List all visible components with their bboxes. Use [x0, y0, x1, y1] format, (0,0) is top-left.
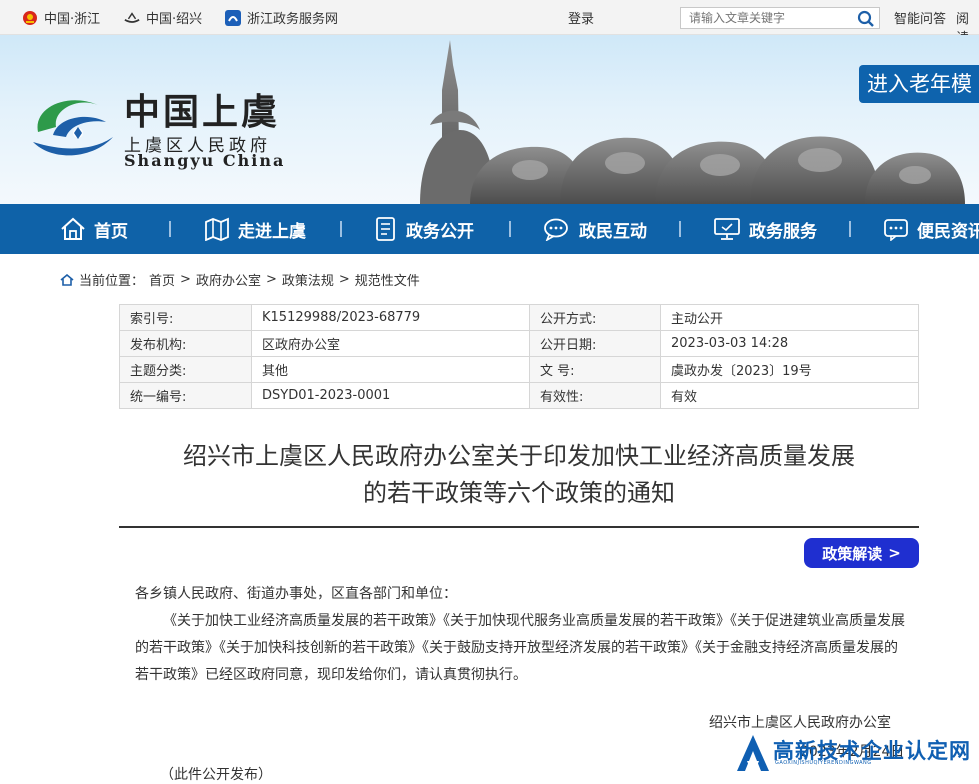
table-row: 主题分类: 其他 文 号: 虞政办发〔2023〕19号 — [119, 356, 919, 383]
link-china-shaoxing-label: 中国·绍兴 — [146, 12, 203, 27]
message-icon — [884, 219, 908, 241]
policy-interpretation-label: 政策解读 — [822, 544, 883, 563]
breadcrumb-home[interactable]: 首页 — [149, 270, 175, 289]
breadcrumb-policy[interactable]: 政策法规 — [282, 270, 334, 289]
nav-separator — [679, 221, 681, 237]
header-banner: 中国上虞 上虞区人民政府 Shangyu China 进入老年模 — [0, 35, 979, 204]
table-row: 统一编号: DSYD01-2023-0001 有效性: 有效 — [119, 382, 919, 409]
meta-key-doc-number: 文 号: — [529, 356, 661, 383]
meta-key-validity: 有效性: — [529, 382, 661, 409]
policy-interpretation-button[interactable]: 政策解读 > — [804, 538, 919, 568]
breadcrumb-separator: > — [265, 272, 277, 287]
nav-separator — [169, 221, 171, 237]
chat-icon — [544, 218, 568, 241]
zj-gov-logo-icon — [225, 9, 241, 26]
article-title-line-1: 绍兴市上虞区人民政府办公室关于印发加快工业经济高质量发展 — [183, 442, 855, 470]
national-emblem-icon — [22, 10, 38, 26]
link-zj-gov-service-label: 浙江政务服务网 — [247, 12, 339, 27]
elder-mode-button[interactable]: 进入老年模 — [859, 65, 979, 103]
nav-separator — [509, 221, 511, 237]
login-link[interactable]: 登录 — [568, 8, 594, 27]
logo-english: Shangyu China — [124, 151, 286, 170]
meta-key-open-method: 公开方式: — [529, 304, 661, 331]
meta-key-index: 索引号: — [119, 304, 252, 331]
nav-separator — [340, 221, 342, 237]
nav-item-home-label: 首页 — [94, 221, 128, 242]
link-china-shaoxing[interactable]: 中国·绍兴 — [124, 8, 202, 27]
watermark: 高新技术企业认定网 GAOXINJISHUQIYERENDINGWANG — [735, 733, 979, 773]
breadcrumb-separator: > — [338, 272, 350, 287]
logo-title: 中国上虞 — [124, 91, 281, 133]
link-smart-qa[interactable]: 智能问答 — [894, 8, 946, 27]
monitor-icon — [714, 218, 740, 240]
article-title-line-2: 的若干政策等六个政策的通知 — [363, 479, 675, 507]
document-meta-table: 索引号: K15129988/2023-68779 公开方式: 主动公开 发布机… — [119, 304, 919, 409]
meta-key-topic: 主题分类: — [119, 356, 252, 383]
nav-item-home[interactable]: 首页 — [60, 204, 128, 254]
link-china-zhejiang[interactable]: 中国·浙江 — [22, 8, 100, 27]
map-icon — [205, 217, 229, 241]
document-icon — [376, 217, 395, 241]
table-row: 索引号: K15129988/2023-68779 公开方式: 主动公开 — [119, 304, 919, 331]
home-icon — [61, 217, 85, 240]
breadcrumb-gov-office[interactable]: 政府办公室 — [196, 270, 261, 289]
meta-key-open-date: 公开日期: — [529, 330, 661, 357]
nav-item-interaction-label: 政民互动 — [579, 221, 647, 242]
nav-item-gov-open[interactable]: 政务公开 — [374, 204, 474, 254]
link-zj-gov-service[interactable]: 浙江政务服务网 — [225, 8, 338, 27]
search-input[interactable] — [681, 8, 859, 28]
home-icon — [60, 273, 74, 286]
chevron-right-icon: > — [888, 544, 901, 562]
nav-item-about[interactable]: 走进上虞 — [204, 204, 306, 254]
meta-value-validity: 有效 — [660, 382, 919, 409]
nav-item-gov-service-label: 政务服务 — [749, 221, 817, 242]
meta-key-publisher: 发布机构: — [119, 330, 252, 357]
article-body: 各乡镇人民政府、街道办事处，区直各部门和单位： 《关于加快工业经济高质量发展的若… — [135, 581, 905, 689]
watermark-subtext: GAOXINJISHUQIYERENDINGWANG — [775, 760, 872, 766]
meta-value-doc-number: 虞政办发〔2023〕19号 — [660, 356, 919, 383]
breadcrumb-normative-docs[interactable]: 规范性文件 — [355, 270, 420, 289]
elephant-sculpture-image — [420, 40, 965, 204]
article-note: （此件公开发布） — [160, 767, 272, 783]
watermark-logo-icon — [737, 735, 769, 771]
meta-value-unified-number: DSYD01-2023-0001 — [251, 382, 530, 409]
meta-value-open-method: 主动公开 — [660, 304, 919, 331]
nav-item-interaction[interactable]: 政民互动 — [543, 204, 647, 254]
article-salutation: 各乡镇人民政府、街道办事处，区直各部门和单位： — [135, 586, 457, 602]
shangyu-logo-icon — [33, 100, 113, 156]
breadcrumb-separator: > — [180, 272, 191, 287]
boat-icon — [124, 10, 140, 26]
nav-item-info[interactable]: 便民资讯 — [883, 204, 979, 254]
search-icon[interactable] — [857, 10, 875, 28]
article-signature: 绍兴市上虞区人民政府办公室 — [709, 715, 891, 731]
nav-item-info-label: 便民资讯 — [917, 221, 979, 242]
table-row: 发布机构: 区政府办公室 公开日期: 2023-03-03 14:28 — [119, 330, 919, 357]
meta-value-publisher: 区政府办公室 — [251, 330, 530, 357]
meta-value-open-date: 2023-03-03 14:28 — [660, 330, 919, 357]
meta-key-unified-number: 统一编号: — [119, 382, 252, 409]
top-bar: 中国·浙江 中国·绍兴 浙江政务服务网 登录 智能问答 阅读 — [0, 0, 979, 46]
breadcrumb: 当前位置： 首页 > 政府办公室 > 政策法规 > 规范性文件 — [60, 270, 420, 289]
link-china-zhejiang-label: 中国·浙江 — [44, 12, 101, 27]
article-title: 绍兴市上虞区人民政府办公室关于印发加快工业经济高质量发展 的若干政策等六个政策的… — [119, 438, 919, 512]
breadcrumb-prefix: 当前位置： — [79, 274, 145, 289]
nav-item-about-label: 走进上虞 — [238, 221, 306, 242]
meta-value-index: K15129988/2023-68779 — [251, 304, 530, 331]
nav-item-gov-service[interactable]: 政务服务 — [713, 204, 817, 254]
meta-value-topic: 其他 — [251, 356, 530, 383]
article-paragraph: 《关于加快工业经济高质量发展的若干政策》《关于加快现代服务业高质量发展的若干政策… — [135, 613, 905, 683]
search-box — [680, 7, 880, 29]
title-divider — [119, 526, 919, 528]
nav-item-gov-open-label: 政务公开 — [406, 221, 474, 242]
main-nav: 首页 走进上虞 政务公开 政民互动 政务服务 便民资讯 — [0, 204, 979, 254]
nav-separator — [849, 221, 851, 237]
